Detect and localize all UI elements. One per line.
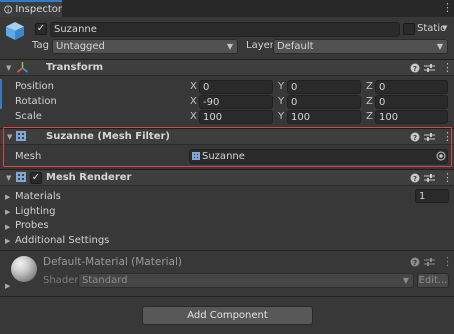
position-axis-x: X	[190, 81, 197, 92]
divider	[0, 296, 454, 297]
rotation-axis-x: X	[190, 96, 197, 107]
material-foldout-icon[interactable]: ▶	[5, 282, 10, 290]
rotation-z-field[interactable]: 0	[375, 95, 448, 109]
position-x-field[interactable]: 0	[199, 80, 273, 94]
presets-sliders-icon[interactable]	[424, 132, 435, 142]
gameobject-cube-icon	[6, 22, 24, 40]
layer-label: Layer	[246, 40, 274, 51]
layer-value: Default	[277, 41, 314, 52]
chevron-down-icon: ▼	[226, 42, 233, 51]
add-component-button[interactable]: Add Component	[142, 306, 313, 325]
materials-count-field[interactable]: 1	[415, 189, 449, 203]
rotation-axis-z: Z	[366, 96, 373, 107]
mesh-renderer-enabled-checkbox[interactable]: ✓	[30, 172, 42, 184]
svg-text:?: ?	[413, 134, 417, 142]
static-dropdown-caret-icon[interactable]: ▼	[442, 24, 447, 32]
mesh-renderer-grid-icon	[16, 172, 26, 182]
info-icon	[4, 5, 13, 14]
position-label: Position	[15, 81, 54, 92]
rotation-axis-y: Y	[278, 96, 285, 107]
rotation-label: Rotation	[15, 96, 57, 107]
scale-label: Scale	[15, 111, 42, 122]
scale-axis-z: Z	[366, 111, 373, 122]
tag-label: Tag	[32, 40, 49, 51]
object-picker-icon[interactable]	[436, 151, 446, 161]
svg-text:?: ?	[413, 175, 417, 183]
object-name-input[interactable]: Suzanne	[50, 22, 400, 37]
position-axis-z: Z	[366, 81, 373, 92]
scale-axis-y: Y	[278, 111, 285, 122]
position-axis-y: Y	[278, 81, 285, 92]
mesh-label: Mesh	[15, 151, 42, 162]
lighting-label[interactable]: Lighting	[15, 206, 55, 217]
active-checkbox[interactable]: ✓	[35, 23, 47, 35]
static-checkbox[interactable]	[403, 23, 415, 35]
svg-text:?: ?	[413, 65, 417, 73]
material-menu-icon[interactable]: ⋮	[442, 256, 453, 267]
tab-menu-icon[interactable]: ⋮	[442, 2, 453, 13]
scale-x-field[interactable]: 100	[199, 110, 273, 124]
mesh-filter-title: Suzanne (Mesh Filter)	[46, 131, 170, 142]
mesh-renderer-foldout-icon[interactable]: ▼	[6, 174, 11, 182]
mesh-filter-menu-icon[interactable]: ⋮	[442, 131, 453, 142]
mesh-asset-grid-icon	[192, 152, 200, 160]
probes-foldout-icon[interactable]: ▶	[5, 223, 10, 231]
mesh-value: Suzanne	[202, 151, 245, 162]
presets-sliders-icon[interactable]	[424, 257, 435, 267]
mesh-renderer-menu-icon[interactable]: ⋮	[442, 172, 453, 183]
rotation-x-field[interactable]: -90	[199, 95, 273, 109]
scale-axis-x: X	[190, 111, 197, 122]
tag-dropdown[interactable]: Untagged ▼	[52, 39, 238, 54]
tab-bar	[0, 0, 454, 17]
presets-sliders-icon[interactable]	[424, 173, 435, 183]
help-icon[interactable]: ?	[410, 257, 420, 267]
transform-title: Transform	[46, 62, 104, 73]
mesh-renderer-title: Mesh Renderer	[46, 172, 132, 183]
shader-dropdown[interactable]: Standard ▼	[78, 273, 414, 288]
chevron-down-icon: ▼	[402, 276, 409, 285]
override-indicator-bar	[0, 79, 2, 109]
tab-inspector[interactable]: Inspector	[0, 0, 62, 17]
materials-label[interactable]: Materials	[15, 191, 61, 202]
position-z-field[interactable]: 0	[375, 80, 448, 94]
additional-settings-foldout-icon[interactable]: ▶	[5, 237, 10, 245]
help-icon[interactable]: ?	[410, 173, 420, 183]
shader-label: Shader	[43, 275, 79, 286]
divider	[0, 250, 454, 251]
probes-label[interactable]: Probes	[15, 220, 49, 231]
presets-sliders-icon[interactable]	[424, 63, 435, 73]
mesh-filter-grid-icon	[16, 131, 26, 141]
materials-foldout-icon[interactable]: ▶	[5, 193, 10, 201]
material-name: Default-Material (Material)	[43, 256, 182, 268]
mesh-filter-foldout-icon[interactable]: ▼	[7, 133, 12, 141]
help-icon[interactable]: ?	[410, 132, 420, 142]
shader-value: Standard	[82, 275, 128, 286]
lighting-foldout-icon[interactable]: ▶	[5, 208, 10, 216]
help-icon[interactable]: ?	[410, 63, 420, 73]
rotation-y-field[interactable]: 0	[287, 95, 361, 109]
additional-settings-label[interactable]: Additional Settings	[15, 235, 109, 246]
transform-menu-icon[interactable]: ⋮	[442, 62, 453, 73]
shader-edit-button[interactable]: Edit...	[417, 273, 449, 288]
scale-y-field[interactable]: 100	[287, 110, 361, 124]
position-y-field[interactable]: 0	[287, 80, 361, 94]
material-preview-sphere	[11, 256, 37, 282]
svg-text:?: ?	[413, 259, 417, 267]
tag-value: Untagged	[56, 41, 105, 52]
layer-dropdown[interactable]: Default ▼	[273, 39, 448, 54]
tab-label: Inspector	[15, 4, 62, 15]
scale-z-field[interactable]: 100	[375, 110, 448, 124]
transform-foldout-icon[interactable]: ▼	[6, 64, 11, 72]
mesh-object-field[interactable]: Suzanne	[189, 149, 448, 164]
chevron-down-icon: ▼	[436, 42, 443, 51]
transform-axes-icon	[17, 62, 28, 73]
